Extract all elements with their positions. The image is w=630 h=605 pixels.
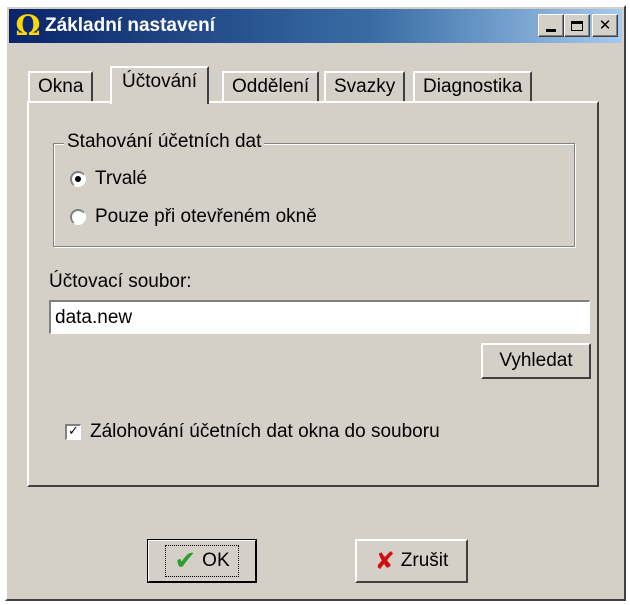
maximize-icon [571,20,583,31]
tab-label: Svazky [334,76,396,97]
focus-rect: ✔ OK [165,545,239,577]
ok-label: OK [202,550,230,571]
backup-checkbox-row[interactable]: ✓ Zálohování účetních dat okna do soubor… [65,421,440,443]
tab-okna[interactable]: Okna [28,71,94,101]
tab-label: Oddělení [232,76,310,97]
radio-label: Pouze při otevřeném okně [95,206,317,227]
radio-option-pouze[interactable]: Pouze při otevřeném okně [70,206,317,228]
radio-option-trvale[interactable]: Trvalé [70,168,147,190]
billing-file-input[interactable] [49,300,590,334]
download-groupbox: Stahování účetních dat Trvalé Pouze při … [53,131,575,247]
cross-icon: ✘ [374,547,395,575]
checkmark-icon: ✔ [174,546,197,576]
backup-checkbox[interactable]: ✓ [65,424,81,440]
window-title: Základní nastavení [45,15,216,36]
tab-svazky[interactable]: Svazky [324,71,406,101]
tab-label: Účtování [122,71,197,92]
radio-selected-dot [75,176,81,182]
browse-button[interactable]: Vyhledat [481,343,591,379]
radio-button[interactable] [70,171,86,187]
cancel-label: Zrušit [400,550,449,571]
close-button[interactable]: ✕ [592,14,618,37]
checkmark-icon: ✓ [68,424,79,439]
tab-label: Okna [38,76,84,97]
tab-uctovani[interactable]: Účtování [110,66,209,104]
radio-label: Trvalé [95,168,148,189]
tab-oddeleni[interactable]: Oddělení [222,71,320,101]
close-icon: ✕ [598,16,612,34]
groupbox-title: Stahování účetních dat [64,131,265,153]
minimize-button[interactable] [538,14,564,37]
checkbox-label: Zálohování účetních dat okna do souboru [90,421,440,442]
tab-label: Diagnostika [423,76,523,97]
title-bar[interactable]: Ω Základní nastavení ✕ [9,9,622,43]
omega-icon: Ω [15,9,41,42]
radio-button[interactable] [70,209,86,225]
maximize-button[interactable] [564,14,590,37]
window-controls: ✕ [538,14,618,37]
cancel-button[interactable]: ✘ Zrušit [355,539,468,583]
ok-button[interactable]: ✔ OK [147,539,257,583]
tab-diagnostika[interactable]: Diagnostika [413,71,533,101]
tab-panel-uctovani: Stahování účetních dat Trvalé Pouze při … [27,101,599,487]
minimize-icon [546,29,556,32]
billing-file-label: Účtovací soubor: [49,271,192,292]
